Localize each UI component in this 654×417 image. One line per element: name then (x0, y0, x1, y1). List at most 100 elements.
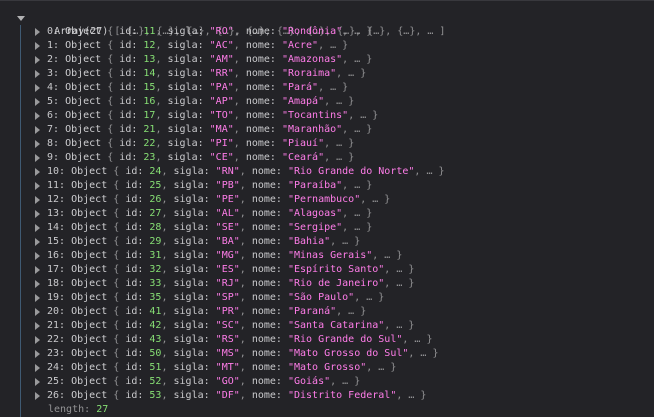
list-item[interactable]: 25: Object { id: 52, sigla: "GO", nome: … (0, 375, 654, 389)
triangle-right-icon[interactable] (35, 42, 40, 50)
object-label: Object (71, 180, 108, 191)
triangle-right-icon[interactable] (35, 294, 40, 302)
triangle-right-icon[interactable] (35, 98, 40, 106)
ellipsis-close: , … } (336, 68, 367, 79)
list-item[interactable]: 20: Object { id: 41, sigla: "PR", nome: … (0, 305, 654, 319)
list-item[interactable]: 26: Object { id: 53, sigla: "DF", nome: … (0, 389, 654, 403)
key-id: id: (125, 376, 144, 387)
value-id: 17 (143, 110, 156, 121)
key-nome: nome: (245, 40, 276, 51)
key-sigla: sigla: (173, 320, 210, 331)
comma: , (155, 110, 162, 121)
triangle-right-icon[interactable] (35, 364, 40, 372)
item-index: 19: (47, 292, 66, 303)
object-label: Object (71, 348, 108, 359)
value-id: 23 (143, 152, 156, 163)
triangle-right-icon[interactable] (35, 28, 40, 36)
list-item[interactable]: 22: Object { id: 43, sigla: "RS", nome: … (0, 333, 654, 347)
triangle-down-icon[interactable] (17, 16, 25, 21)
triangle-right-icon[interactable] (35, 280, 40, 288)
list-item[interactable]: 4: Object { id: 15, sigla: "PA", nome: "… (0, 81, 654, 95)
list-item[interactable]: 10: Object { id: 24, sigla: "RN", nome: … (0, 165, 654, 179)
list-item[interactable]: 19: Object { id: 35, sigla: "SP", nome: … (0, 291, 654, 305)
object-label: Object (71, 334, 108, 345)
list-item[interactable]: 24: Object { id: 51, sigla: "MT", nome: … (0, 361, 654, 375)
triangle-right-icon[interactable] (35, 126, 40, 134)
key-id: id: (125, 306, 144, 317)
list-item[interactable]: 9: Object { id: 23, sigla: "CE", nome: "… (0, 151, 654, 165)
key-sigla: sigla: (173, 292, 210, 303)
object-label: Object (71, 320, 108, 331)
value-nome: "Espírito Santo" (287, 264, 385, 275)
list-item[interactable]: 21: Object { id: 42, sigla: "SC", nome: … (0, 319, 654, 333)
list-item[interactable]: 2: Object { id: 13, sigla: "AM", nome: "… (0, 53, 654, 67)
key-id: id: (125, 278, 144, 289)
triangle-right-icon[interactable] (35, 84, 40, 92)
list-item[interactable]: 1: Object { id: 12, sigla: "AC", nome: "… (0, 39, 654, 53)
triangle-right-icon[interactable] (35, 392, 40, 400)
comma: , (239, 320, 246, 331)
triangle-right-icon[interactable] (35, 378, 40, 386)
triangle-right-icon[interactable] (35, 140, 40, 148)
value-id: 51 (149, 362, 162, 373)
comma: , (161, 348, 168, 359)
brace-open: { (107, 138, 114, 149)
key-id: id: (125, 166, 144, 177)
item-index: 26: (47, 390, 66, 401)
triangle-right-icon[interactable] (35, 196, 40, 204)
value-sigla: "AL" (215, 208, 240, 219)
comma: , (239, 362, 246, 373)
triangle-right-icon[interactable] (35, 252, 40, 260)
list-item[interactable]: 18: Object { id: 33, sigla: "RJ", nome: … (0, 277, 654, 291)
console-output: Array(27) [ {…}, {…}, {…}, {…}, {…}, {…}… (0, 0, 654, 417)
triangle-right-icon[interactable] (35, 56, 40, 64)
triangle-right-icon[interactable] (35, 266, 40, 274)
list-item[interactable]: 11: Object { id: 25, sigla: "PB", nome: … (0, 179, 654, 193)
list-item[interactable]: 17: Object { id: 32, sigla: "ES", nome: … (0, 263, 654, 277)
comma: , (239, 376, 246, 387)
list-item[interactable]: 12: Object { id: 26, sigla: "PE", nome: … (0, 193, 654, 207)
triangle-right-icon[interactable] (35, 350, 40, 358)
list-item[interactable]: 3: Object { id: 14, sigla: "RR", nome: "… (0, 67, 654, 81)
list-item[interactable]: 0: Object { id: 11, sigla: "RO", nome: "… (0, 25, 654, 39)
triangle-right-icon[interactable] (35, 210, 40, 218)
value-nome: "Alagoas" (287, 208, 343, 219)
ellipsis-close: , … } (384, 264, 415, 275)
value-id: 12 (143, 40, 156, 51)
object-label: Object (71, 278, 108, 289)
value-id: 33 (149, 278, 162, 289)
comma: , (161, 306, 168, 317)
list-item[interactable]: 23: Object { id: 50, sigla: "MS", nome: … (0, 347, 654, 361)
triangle-right-icon[interactable] (35, 308, 40, 316)
list-item[interactable]: 13: Object { id: 27, sigla: "AL", nome: … (0, 207, 654, 221)
list-item[interactable]: 5: Object { id: 16, sigla: "AP", nome: "… (0, 95, 654, 109)
triangle-right-icon[interactable] (35, 182, 40, 190)
object-label: Object (65, 26, 102, 37)
triangle-right-icon[interactable] (35, 112, 40, 120)
list-item[interactable]: 7: Object { id: 21, sigla: "MA", nome: "… (0, 123, 654, 137)
list-item[interactable]: 16: Object { id: 31, sigla: "MG", nome: … (0, 249, 654, 263)
triangle-right-icon[interactable] (35, 238, 40, 246)
brace-open: { (113, 208, 120, 219)
value-id: 24 (149, 166, 162, 177)
array-root-row[interactable]: Array(27) [ {…}, {…}, {…}, {…}, {…}, {…}… (0, 11, 654, 37)
array-items: 0: Object { id: 11, sigla: "RO", nome: "… (0, 25, 654, 403)
triangle-right-icon[interactable] (35, 322, 40, 330)
key-sigla: sigla: (173, 376, 210, 387)
triangle-right-icon[interactable] (35, 168, 40, 176)
brace-open: { (113, 334, 120, 345)
list-item[interactable]: 15: Object { id: 29, sigla: "BA", nome: … (0, 235, 654, 249)
ellipsis-close: , … } (324, 138, 355, 149)
list-item[interactable]: 6: Object { id: 17, sigla: "TO", nome: "… (0, 109, 654, 123)
object-label: Object (65, 68, 102, 79)
key-nome: nome: (251, 180, 282, 191)
key-id: id: (119, 110, 138, 121)
triangle-right-icon[interactable] (35, 336, 40, 344)
key-sigla: sigla: (173, 194, 210, 205)
list-item[interactable]: 14: Object { id: 28, sigla: "SE", nome: … (0, 221, 654, 235)
triangle-right-icon[interactable] (35, 224, 40, 232)
ellipsis-close: , … } (342, 180, 373, 191)
triangle-right-icon[interactable] (35, 70, 40, 78)
list-item[interactable]: 8: Object { id: 22, sigla: "PI", nome: "… (0, 137, 654, 151)
triangle-right-icon[interactable] (35, 154, 40, 162)
